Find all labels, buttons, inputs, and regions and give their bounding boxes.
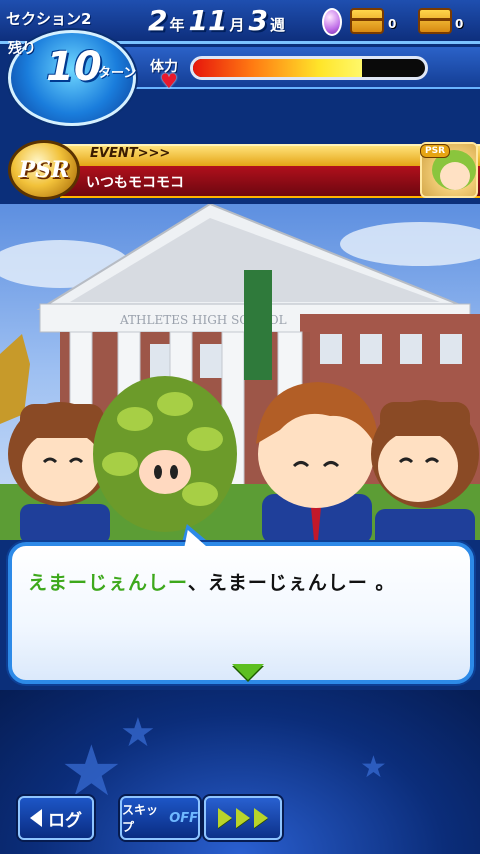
scene-illustration: ATHLETES HIGH SCHOOL: [0, 204, 480, 540]
date-week: 3: [248, 4, 268, 37]
dialog-text: えまーじぇんしー、えまーじぇんしー 。: [28, 568, 395, 595]
status-header: セクション2 残り 10 ターン 2 年 11 月 3 週 0 0 体力 ♥: [0, 0, 480, 130]
purple-gem-icon[interactable]: [322, 8, 342, 36]
fast-forward-button[interactable]: [204, 796, 282, 840]
date-year-unit: 年: [169, 16, 185, 34]
date-year: 2: [148, 4, 168, 37]
log-button-label: ログ: [48, 810, 82, 831]
fast-forward-icon: [254, 808, 268, 828]
stamina-gauge: [190, 56, 428, 80]
star-decoration-icon: ★: [360, 750, 387, 785]
game-date: 2 年 11 月 3 週: [148, 4, 289, 42]
next-arrow-icon[interactable]: [232, 664, 264, 680]
back-arrow-icon: [30, 809, 42, 827]
skip-toggle-button[interactable]: スキップ OFF: [120, 796, 200, 840]
turns-remaining: 10: [46, 44, 102, 90]
heart-icon: ♥: [160, 69, 178, 93]
fast-forward-icon: [218, 808, 232, 828]
log-button[interactable]: ログ: [18, 796, 94, 840]
fast-forward-icon: [236, 808, 250, 828]
dialog-highlighted-text: えまーじぇんしー: [28, 572, 188, 594]
event-banner: EVENT>>> いつもモコモコ PSR PSR: [0, 140, 480, 204]
girl-character-right: [371, 400, 479, 540]
dialog-rest-text: 、えまーじぇんしー 。: [187, 572, 396, 594]
portrait-face: [440, 162, 470, 190]
date-week-unit: 週: [269, 16, 285, 34]
red-chest-count: 0: [388, 17, 397, 31]
star-decoration-icon: ★: [120, 710, 156, 756]
remaining-label: 残り: [8, 41, 36, 57]
event-tag: EVENT>>>: [90, 146, 171, 161]
stamina-gauge-fill: [193, 59, 363, 77]
gold-treasure-chest-icon[interactable]: [418, 8, 452, 34]
gold-chest-count: 0: [455, 17, 464, 31]
skip-state: OFF: [169, 810, 198, 826]
section-label: セクション2: [6, 10, 92, 28]
psr-rarity-medal: PSR: [8, 140, 80, 200]
date-month: 11: [188, 4, 228, 37]
date-month-unit: 月: [229, 16, 245, 34]
dialog-box[interactable]: えまーじぇんしー、えまーじぇんしー 。: [8, 542, 474, 684]
leaf-costume-character: [93, 376, 237, 532]
red-treasure-chest-icon[interactable]: [350, 8, 384, 34]
turn-unit: ターン: [98, 66, 137, 81]
school-building-scene: ATHLETES HIGH SCHOOL: [0, 204, 480, 540]
skip-label: スキップ: [122, 803, 159, 834]
portrait-psr-badge: PSR: [420, 144, 451, 158]
boy-character: [256, 382, 379, 540]
event-title: いつもモコモコ: [86, 175, 184, 191]
